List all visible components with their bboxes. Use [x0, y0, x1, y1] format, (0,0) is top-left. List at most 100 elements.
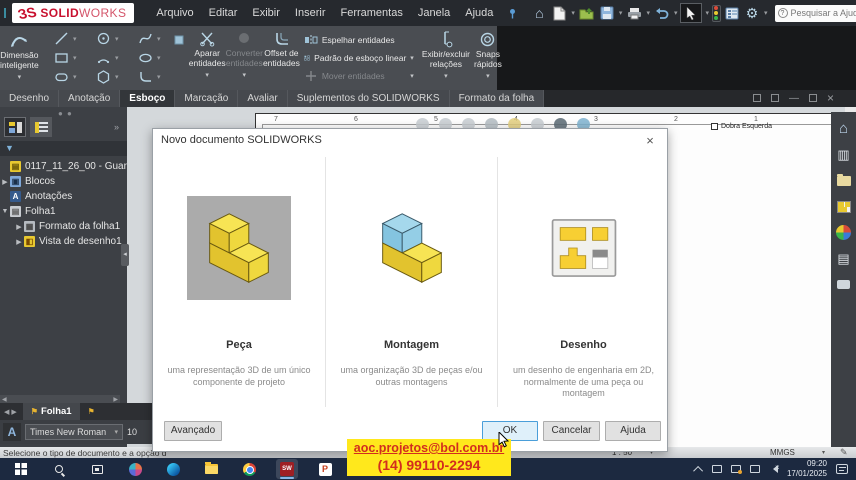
point-tool[interactable] — [173, 26, 185, 90]
sheet-tab-folha1[interactable]: ⚑ Folha1 — [23, 403, 80, 420]
tab-desenho[interactable]: Desenho — [0, 90, 59, 107]
panel-expand-chevron-icon[interactable]: » — [114, 122, 119, 132]
doc-minimize-icon[interactable]: — — [789, 93, 799, 104]
options-list-icon[interactable] — [723, 4, 741, 22]
tree-item-vista-desenho1[interactable]: ▶ ◧ Vista de desenho1 — [0, 234, 127, 249]
ok-button[interactable]: OK — [482, 421, 538, 441]
menu-inserir[interactable]: Inserir — [295, 7, 326, 19]
rectangle-tool[interactable]: ▾ — [45, 50, 87, 65]
tab-anotacao[interactable]: Anotação — [59, 90, 120, 107]
cancel-button[interactable]: Cancelar — [543, 421, 600, 441]
open-icon[interactable] — [578, 4, 596, 22]
tree-item-folha1[interactable]: ▼ ▤ Folha1 — [0, 204, 127, 219]
solidworks-taskbar-button[interactable]: SW — [276, 459, 298, 479]
edge-button[interactable] — [162, 459, 184, 479]
design-library-icon[interactable] — [835, 198, 852, 215]
home-icon[interactable]: ⌂ — [530, 4, 548, 22]
add-sheet-flag-icon[interactable]: ⚑ — [88, 407, 95, 416]
circle-tool[interactable]: ▾ — [87, 31, 129, 46]
tray-expand-chevron-icon[interactable] — [693, 465, 703, 475]
arc-tool[interactable]: ▾ — [87, 50, 129, 65]
relations-caret[interactable]: ▾ — [444, 72, 448, 80]
network-icon[interactable] — [750, 465, 760, 473]
doc-next-icon[interactable] — [771, 94, 779, 102]
tree-item-blocos[interactable]: ▶ ▣ Blocos — [0, 174, 127, 189]
undo-icon[interactable] — [653, 4, 671, 22]
scroll-left-icon[interactable]: ◀ — [2, 396, 7, 403]
new-document-caret[interactable]: ▾ — [571, 9, 575, 17]
fillet-tool[interactable]: ▾ — [129, 69, 171, 84]
left-fold-checkbox[interactable]: Dobra Esquerda — [711, 123, 772, 130]
offset-entities-button[interactable]: Offset de entidades — [263, 26, 300, 90]
option-part[interactable]: Peça uma representação 3D de um único co… — [153, 157, 325, 407]
tab-esboco[interactable]: Esboço — [120, 90, 175, 107]
scroll-right-icon[interactable]: ▶ — [113, 396, 118, 403]
tree-root-item[interactable]: ▤ 0117_11_26_00 - Guarda Cor — [0, 159, 127, 174]
copilot-button[interactable] — [124, 459, 146, 479]
settings-caret[interactable]: ▾ — [764, 9, 768, 17]
line-tool[interactable]: ▾ — [45, 31, 87, 46]
select-tool-button[interactable] — [680, 3, 702, 23]
doc-restore-icon[interactable] — [809, 94, 817, 102]
taskbar-search-button[interactable] — [48, 459, 70, 479]
help-button[interactable]: Ajuda — [605, 421, 661, 441]
tab-avaliar[interactable]: Avaliar — [238, 90, 287, 107]
property-manager-tab[interactable] — [30, 117, 52, 137]
settings-gear-icon[interactable]: ⚙ — [743, 4, 761, 22]
file-explorer-button[interactable] — [200, 459, 222, 479]
dialog-title-bar[interactable]: Novo documento SOLIDWORKS × — [153, 129, 667, 151]
tab-formato-folha[interactable]: Formato da folha — [450, 90, 545, 107]
units-caret[interactable]: ▾ — [822, 449, 825, 456]
edit-sheet-icon[interactable]: ✎ — [840, 447, 848, 458]
undo-caret[interactable]: ▾ — [674, 9, 678, 17]
help-search-input[interactable]: ? Pesquisar a Ajuda do ▾ — [775, 5, 856, 22]
spline-tool[interactable]: ▾ — [129, 31, 171, 46]
taskbar-clock[interactable]: 09:20 17/01/2025 — [787, 459, 827, 478]
tree-item-formato-folha1[interactable]: ▶ ▦ Formato da folha1 — [0, 219, 127, 234]
option-drawing[interactable]: Desenho um desenho de engenharia em 2D, … — [497, 157, 669, 407]
powerpoint-button[interactable]: P — [314, 459, 336, 479]
expand-icon[interactable]: ▶ — [0, 178, 10, 186]
tree-filter-bar[interactable]: ▼ — [0, 141, 127, 156]
menu-editar[interactable]: Editar — [209, 7, 238, 19]
save-caret[interactable]: ▾ — [619, 9, 623, 17]
home-tab-icon[interactable]: ⌂ — [835, 120, 852, 137]
start-button[interactable] — [10, 459, 32, 479]
menu-arquivo[interactable]: Arquivo — [156, 7, 193, 19]
file-explorer-folder-icon[interactable] — [835, 172, 852, 189]
task-view-button[interactable] — [86, 459, 108, 479]
custom-properties-icon[interactable]: ▤ — [835, 250, 852, 267]
tree-item-anotacoes[interactable]: A Anotações — [0, 189, 127, 204]
smart-dimension-button[interactable]: Dimensão inteligente ▾ — [0, 26, 39, 90]
tray-device-icon[interactable] — [712, 465, 722, 473]
display-relations-button[interactable]: Exibir/excluir relações ▾ — [422, 26, 470, 90]
menu-ajuda[interactable]: Ajuda — [465, 7, 493, 19]
quick-snaps-button[interactable]: Snaps rápidos ▾ — [474, 26, 502, 90]
units-value[interactable]: MMGS — [770, 448, 795, 457]
feature-tree-tab[interactable] — [4, 117, 26, 137]
volume-muted-icon[interactable] — [769, 465, 778, 473]
menu-exibir[interactable]: Exibir — [252, 7, 280, 19]
font-family-select[interactable]: Times New Roman ▾ — [25, 424, 123, 440]
tab-suplementos[interactable]: Suplementos do SOLIDWORKS — [288, 90, 450, 107]
print-icon[interactable] — [625, 4, 643, 22]
trim-caret[interactable]: ▾ — [205, 71, 209, 79]
ellipse-tool[interactable]: ▾ — [129, 50, 171, 65]
rebuild-traffic-light-icon[interactable] — [712, 5, 721, 22]
appearances-icon[interactable] — [835, 224, 852, 241]
collapse-icon[interactable]: ▼ — [0, 208, 10, 215]
expand-icon[interactable]: ▶ — [14, 238, 24, 246]
new-document-icon[interactable] — [550, 4, 568, 22]
panel-horizontal-scrollbar[interactable]: ◀ ▶ — [0, 395, 120, 403]
linear-pattern-button[interactable]: Padrão de esboço linear ▾ — [304, 52, 414, 64]
polygon-tool[interactable]: ▾ — [87, 69, 129, 84]
chrome-button[interactable] — [238, 459, 260, 479]
linear-pattern-caret[interactable]: ▾ — [410, 54, 414, 62]
menu-ferramentas[interactable]: Ferramentas — [340, 7, 402, 19]
checkbox-icon[interactable] — [711, 123, 718, 130]
dialog-close-icon[interactable]: × — [641, 133, 659, 148]
comments-icon[interactable] — [835, 276, 852, 293]
slot-tool[interactable]: ▾ — [45, 69, 87, 84]
mirror-entities-button[interactable]: Espelhar entidades — [304, 34, 414, 46]
panel-collapse-handle[interactable]: ◂ — [121, 244, 129, 266]
